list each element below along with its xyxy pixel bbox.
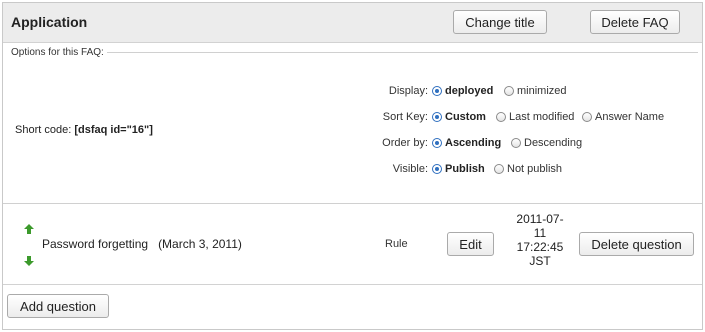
change-title-button[interactable]: Change title (453, 10, 547, 34)
order-by-label: Order by: (382, 137, 428, 149)
faq-header: Application Change title Delete FAQ (3, 3, 702, 43)
sort-key-label: Sort Key: (382, 111, 428, 123)
move-up-arrow-icon[interactable] (24, 224, 34, 234)
order-by-descending-radio[interactable]: Descending (511, 137, 582, 149)
short-code-value: [dsfaq id="16"] (74, 124, 153, 136)
faq-title: Application (11, 14, 88, 30)
move-down-arrow-icon[interactable] (24, 256, 34, 266)
radio-indicator (432, 138, 442, 148)
question-row: Password forgetting (March 3, 2011) Rule … (3, 204, 702, 285)
display-label: Display: (388, 85, 428, 97)
radio-indicator (496, 112, 506, 122)
question-text[interactable]: Password forgetting (March 3, 2011) (42, 237, 242, 251)
question-title: Password forgetting (42, 237, 149, 251)
options-legend: Options for this FAQ: (11, 47, 104, 58)
display-minimized-radio[interactable]: minimized (504, 85, 567, 97)
short-code-label: Short code: (15, 124, 72, 136)
rule-link[interactable]: Rule (385, 238, 408, 250)
question-timestamp: 2011-07- 11 17:22:45 JST (516, 212, 564, 268)
add-question-button[interactable]: Add question (7, 294, 109, 318)
radio-indicator (504, 86, 514, 96)
delete-question-button[interactable]: Delete question (579, 232, 694, 256)
arrow-up-icon (24, 224, 34, 234)
visible-label: Visible: (392, 163, 428, 175)
radio-indicator (432, 164, 442, 174)
radio-indicator (494, 164, 504, 174)
radio-indicator (582, 112, 592, 122)
radio-indicator (432, 112, 442, 122)
faq-panel: Application Change title Delete FAQ Opti… (2, 2, 703, 330)
radio-indicator (511, 138, 521, 148)
order-by-ascending-radio[interactable]: Ascending (432, 137, 501, 149)
visible-not-publish-radio[interactable]: Not publish (494, 163, 562, 175)
question-date: (March 3, 2011) (158, 237, 242, 251)
edit-question-button[interactable]: Edit (447, 232, 494, 256)
display-deployed-radio[interactable]: deployed (432, 85, 493, 97)
sort-key-last-modified-radio[interactable]: Last modified (496, 111, 574, 123)
sort-key-custom-radio[interactable]: Custom (432, 111, 486, 123)
delete-faq-button[interactable]: Delete FAQ (590, 10, 680, 34)
sort-key-answer-name-radio[interactable]: Answer Name (582, 111, 664, 123)
short-code: Short code: [dsfaq id="16"] (15, 124, 153, 136)
radio-indicator (432, 86, 442, 96)
arrow-down-icon (24, 256, 34, 266)
visible-publish-radio[interactable]: Publish (432, 163, 485, 175)
